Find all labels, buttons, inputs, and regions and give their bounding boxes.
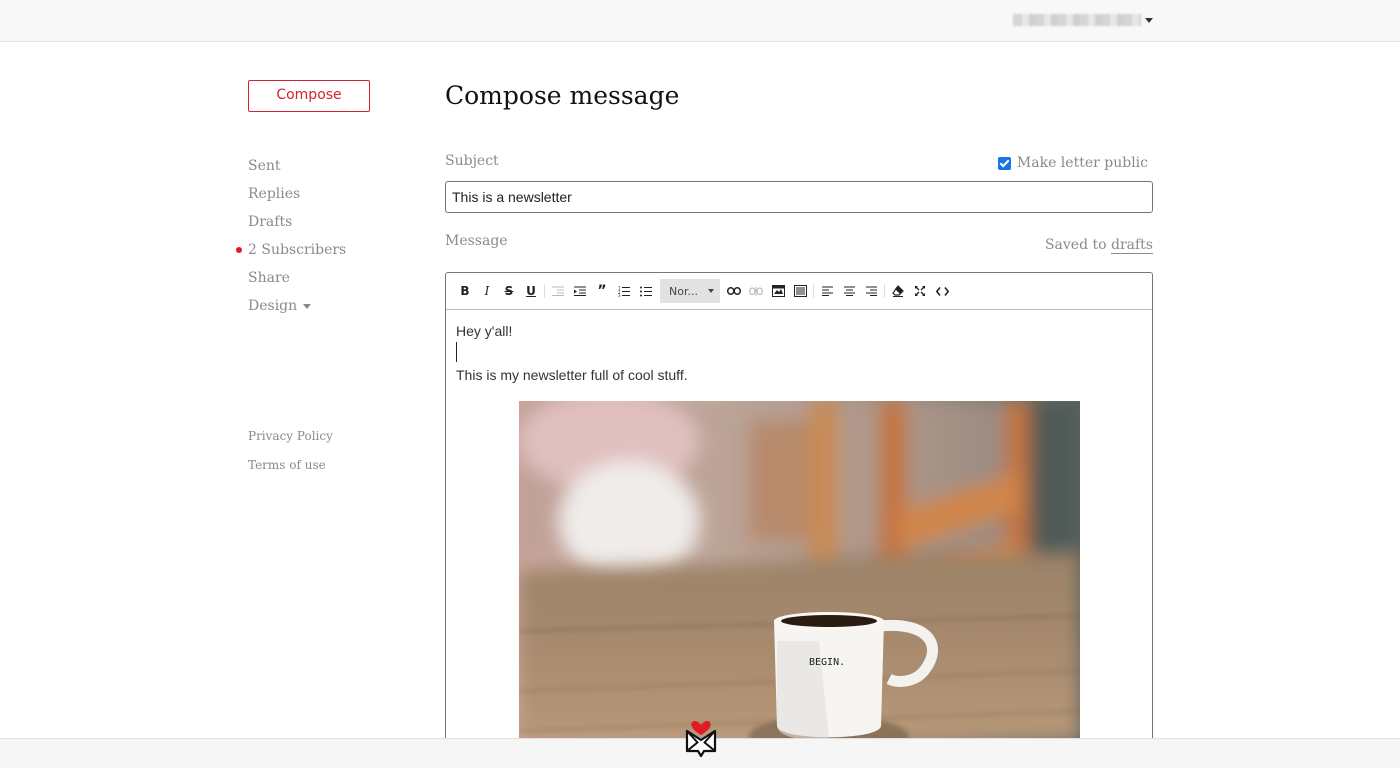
svg-text:3: 3 [618, 293, 621, 297]
clear-format-icon[interactable] [887, 280, 909, 302]
sidebar-item-label: Replies [248, 186, 301, 202]
editor-toolbar: B I S U ” 123 Nor... [446, 273, 1152, 310]
message-line: This is my newsletter full of cool stuff… [456, 367, 688, 383]
sidebar-item-replies[interactable]: Replies [248, 180, 346, 208]
align-right-icon[interactable] [860, 280, 882, 302]
strikethrough-icon[interactable]: S [498, 280, 520, 302]
notification-dot [236, 247, 242, 253]
ordered-list-icon[interactable]: 123 [613, 280, 635, 302]
chevron-down-icon [708, 289, 714, 293]
horizontal-rule-icon[interactable] [789, 280, 811, 302]
terms-of-use-link[interactable]: Terms of use [248, 457, 333, 486]
subject-label: Subject [445, 153, 499, 169]
chevron-down-icon [1145, 17, 1153, 23]
fullscreen-icon[interactable] [909, 280, 931, 302]
brand-logo-icon [685, 720, 717, 758]
account-menu[interactable] [1013, 13, 1155, 27]
format-select-value: Nor... [669, 284, 698, 298]
sidebar-item-drafts[interactable]: Drafts [248, 208, 346, 236]
subject-input[interactable]: This is a newsletter [445, 181, 1153, 213]
account-name-blurred [1013, 14, 1141, 26]
sidebar-item-share[interactable]: Share [248, 264, 346, 292]
save-status-text: Saved to [1044, 237, 1107, 253]
page-title: Compose message [445, 81, 680, 110]
sidebar-item-sent[interactable]: Sent [248, 152, 346, 180]
format-select[interactable]: Nor... [660, 279, 720, 303]
compose-panel: Compose message Subject Make letter publ… [445, 80, 1153, 768]
unlink-icon[interactable] [745, 280, 767, 302]
sidebar-nav: Sent Replies Drafts 2 Subscribers Share … [236, 152, 347, 320]
sidebar: Compose Sent Replies Drafts 2 Subscriber… [236, 80, 418, 472]
make-public-checkbox[interactable] [997, 156, 1011, 170]
message-editor[interactable]: B I S U ” 123 Nor... Hey y'all! This is … [445, 272, 1153, 768]
indent-icon[interactable] [569, 280, 591, 302]
toolbar-divider [884, 284, 885, 298]
bullet-list-icon[interactable] [635, 280, 657, 302]
code-view-icon[interactable] [931, 280, 953, 302]
align-left-icon[interactable] [816, 280, 838, 302]
sidebar-item-label: 2 Subscribers [248, 242, 347, 258]
chevron-down-icon [303, 303, 312, 309]
embedded-image[interactable]: BEGIN. [519, 401, 1080, 741]
message-line: Hey y'all! [456, 323, 513, 339]
compose-button[interactable]: Compose [248, 80, 370, 112]
underline-icon[interactable]: U [520, 280, 542, 302]
align-center-icon[interactable] [838, 280, 860, 302]
italic-icon[interactable]: I [476, 280, 498, 302]
blockquote-icon[interactable]: ” [591, 280, 613, 302]
make-public-toggle[interactable]: Make letter public [997, 155, 1148, 171]
privacy-policy-link[interactable]: Privacy Policy [248, 428, 333, 457]
drafts-link[interactable]: drafts [1111, 237, 1153, 254]
sidebar-item-label: Share [248, 270, 290, 286]
sidebar-item-subscribers[interactable]: 2 Subscribers [236, 236, 347, 264]
sidebar-item-label: Design [248, 298, 298, 314]
outdent-icon[interactable] [547, 280, 569, 302]
toolbar-divider [544, 284, 545, 298]
text-cursor [456, 342, 457, 362]
editor-content[interactable]: Hey y'all! This is my newsletter full of… [446, 310, 1152, 396]
footer-links: Privacy Policy Terms of use [248, 428, 333, 486]
sidebar-item-design[interactable]: Design [248, 292, 346, 320]
sidebar-item-label: Drafts [248, 214, 293, 230]
message-label: Message [445, 233, 508, 249]
save-status: Saved to drafts [1044, 237, 1153, 254]
image-icon[interactable] [767, 280, 789, 302]
make-public-label: Make letter public [1016, 155, 1148, 171]
bold-icon[interactable]: B [454, 280, 476, 302]
top-bar [0, 0, 1400, 42]
mug-text: BEGIN. [809, 657, 845, 668]
sidebar-item-label: Sent [248, 158, 281, 174]
toolbar-divider [813, 284, 814, 298]
link-icon[interactable] [723, 280, 745, 302]
